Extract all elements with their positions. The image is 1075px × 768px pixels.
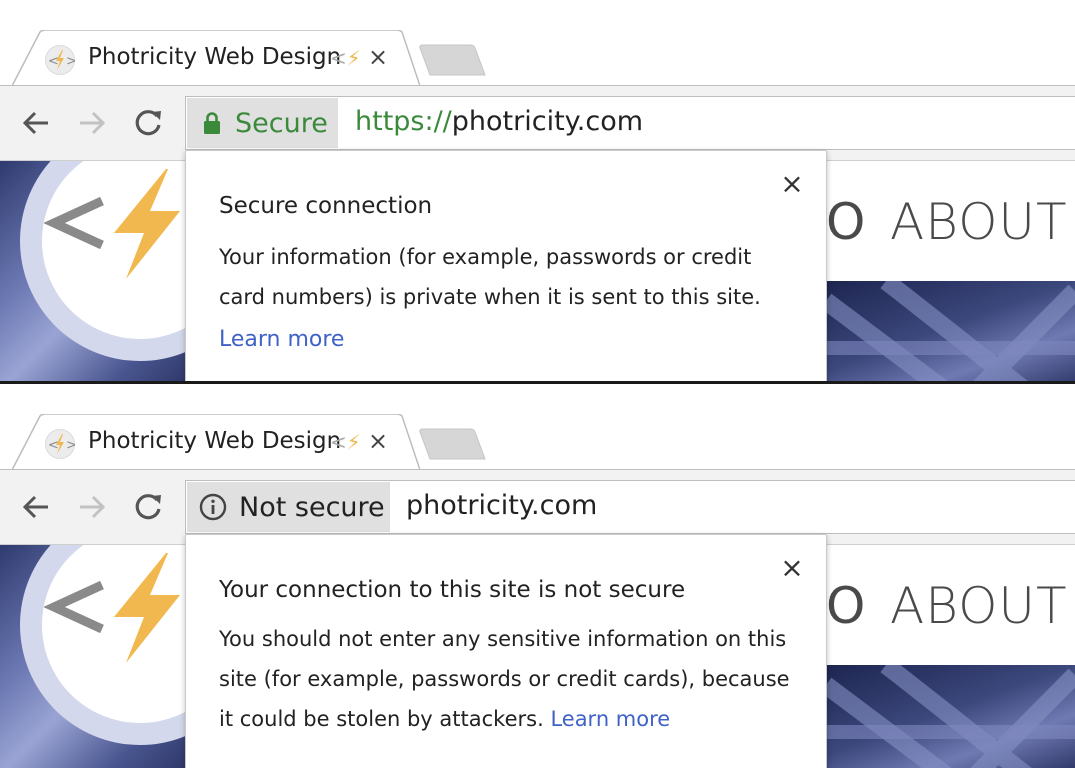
security-label: Secure bbox=[235, 107, 328, 139]
forward-arrow-icon[interactable] bbox=[75, 106, 109, 140]
reload-icon[interactable] bbox=[131, 106, 165, 140]
close-icon[interactable]: × bbox=[778, 169, 806, 199]
omnibox[interactable]: Secure https://photricity.com bbox=[185, 96, 1075, 150]
hero-background bbox=[0, 545, 186, 768]
tab-title: Photricity Web Design bbox=[88, 428, 342, 454]
bubble-title: Your connection to this site is not secu… bbox=[219, 577, 686, 603]
bubble-message: You should not enter any sensitive infor… bbox=[219, 619, 804, 739]
site-logo-icon bbox=[44, 169, 180, 279]
bubble-title: Secure connection bbox=[219, 193, 433, 219]
hero-background-right bbox=[826, 665, 1075, 768]
nav-item-about[interactable]: ABOUT bbox=[890, 193, 1068, 251]
back-arrow-icon[interactable] bbox=[19, 106, 53, 140]
tab-title-overflow: <⚡ bbox=[330, 430, 361, 454]
forward-arrow-icon[interactable] bbox=[75, 490, 109, 524]
learn-more-link[interactable]: Learn more bbox=[219, 327, 344, 352]
security-chip-secure[interactable]: Secure bbox=[187, 98, 338, 148]
lock-icon bbox=[204, 112, 220, 134]
browser-window-secure: < > Photricity Web Design <⚡ × Secure htt… bbox=[0, 0, 1075, 381]
url-text[interactable]: https://photricity.com bbox=[355, 105, 643, 139]
reload-icon[interactable] bbox=[131, 490, 165, 524]
nav-item-about[interactable]: ABOUT bbox=[890, 577, 1068, 635]
bubble-message-text: You should not enter any sensitive infor… bbox=[219, 627, 790, 731]
tab-close-icon[interactable]: × bbox=[366, 44, 390, 70]
omnibox[interactable]: Not secure photricity.com bbox=[185, 480, 1075, 534]
url-host: photricity.com bbox=[451, 106, 644, 137]
url-host: photricity.com bbox=[406, 490, 598, 521]
tab-close-icon[interactable]: × bbox=[366, 428, 390, 454]
bubble-message: Your information (for example, passwords… bbox=[219, 245, 761, 309]
hero-background-right bbox=[826, 281, 1075, 381]
tab-strip: < > Photricity Web Design <⚡ × bbox=[0, 0, 1075, 86]
site-favicon-icon: < > bbox=[45, 45, 75, 75]
svg-text:>: > bbox=[66, 54, 75, 69]
hero-background bbox=[0, 161, 186, 381]
svg-text:>: > bbox=[66, 438, 75, 453]
close-icon[interactable]: × bbox=[778, 553, 806, 583]
learn-more-link[interactable]: Learn more bbox=[550, 707, 670, 731]
new-tab-button[interactable] bbox=[418, 428, 488, 464]
nav-item-partial[interactable]: O bbox=[826, 193, 865, 251]
tab-strip: < > Photricity Web Design <⚡ × bbox=[0, 384, 1075, 470]
nav-item-partial[interactable]: O bbox=[826, 577, 865, 635]
back-arrow-icon[interactable] bbox=[19, 490, 53, 524]
page-info-bubble: × Your connection to this site is not se… bbox=[185, 534, 827, 768]
security-label: Not secure bbox=[239, 491, 385, 523]
new-tab-button[interactable] bbox=[418, 44, 488, 80]
svg-text:<: < bbox=[48, 54, 59, 69]
site-logo-icon bbox=[44, 553, 180, 663]
url-text[interactable]: photricity.com bbox=[406, 489, 597, 523]
info-icon bbox=[199, 493, 227, 521]
site-favicon-icon: < > bbox=[45, 429, 75, 459]
tab-title: Photricity Web Design bbox=[88, 44, 342, 70]
page-info-bubble: × Secure connection Your information (fo… bbox=[185, 150, 827, 381]
security-chip-not-secure[interactable]: Not secure bbox=[187, 482, 390, 532]
tab-title-overflow: <⚡ bbox=[330, 46, 361, 70]
url-scheme: https:// bbox=[355, 106, 452, 137]
svg-text:<: < bbox=[48, 438, 59, 453]
browser-window-not-secure: < > Photricity Web Design <⚡ × Not secure… bbox=[0, 384, 1075, 768]
